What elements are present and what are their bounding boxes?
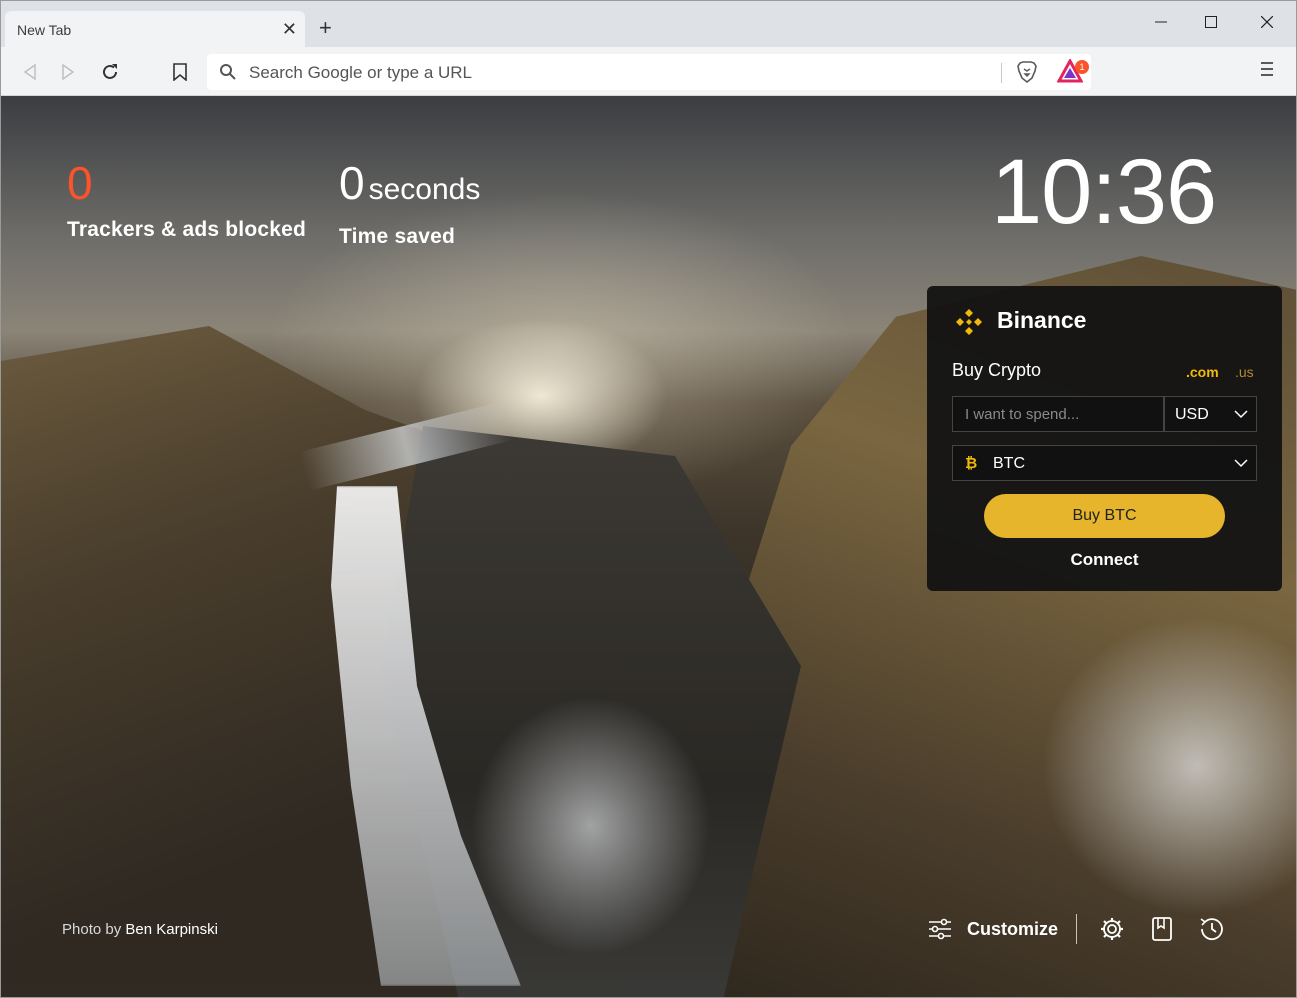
- connect-link[interactable]: Connect: [927, 550, 1282, 570]
- bookmarks-icon: [1152, 917, 1172, 941]
- spend-amount-input[interactable]: [953, 397, 1163, 431]
- close-window-button[interactable]: [1244, 9, 1290, 35]
- currency-value: USD: [1175, 406, 1209, 423]
- background-waterfall-right: [1041, 616, 1296, 916]
- time-saved-label: Time saved: [339, 225, 456, 248]
- bookmark-icon: [173, 63, 187, 81]
- maximize-button[interactable]: [1188, 9, 1234, 35]
- minimize-button[interactable]: [1138, 9, 1184, 35]
- reload-icon: [103, 64, 117, 79]
- menu-button[interactable]: [1259, 59, 1281, 85]
- forward-button[interactable]: [55, 59, 81, 85]
- bookmarks-button[interactable]: [1147, 914, 1177, 944]
- bottom-bar: Customize: [927, 909, 1247, 949]
- omnibox-divider: [1001, 63, 1002, 83]
- binance-logo-icon: [956, 309, 982, 335]
- rewards-badge: 1: [1075, 60, 1089, 74]
- domain-com-link[interactable]: .com: [1186, 364, 1219, 380]
- clock: 10:36: [991, 141, 1217, 243]
- history-button[interactable]: [1197, 914, 1227, 944]
- back-button[interactable]: [17, 59, 43, 85]
- bitcoin-icon: ₿: [965, 455, 978, 472]
- search-icon: [220, 64, 236, 80]
- asset-select[interactable]: ₿ BTC: [952, 445, 1257, 481]
- bottom-divider: [1076, 914, 1078, 944]
- reload-button[interactable]: [97, 59, 123, 85]
- toolbar: Search Google or type a URL 1: [1, 47, 1296, 96]
- currency-select[interactable]: USD: [1164, 396, 1257, 432]
- bookmark-button[interactable]: [167, 59, 193, 85]
- history-clock-icon: [1200, 918, 1223, 941]
- trackers-stat: 0 Trackers & ads blocked: [67, 158, 306, 242]
- spend-amount-field: [952, 396, 1164, 432]
- trackers-count: 0: [67, 157, 93, 209]
- binance-title: Binance: [997, 307, 1087, 333]
- photo-credit-prefix: Photo by: [62, 921, 122, 938]
- sliders-icon: [929, 918, 951, 940]
- settings-button[interactable]: [1097, 914, 1127, 944]
- buy-btc-button[interactable]: Buy BTC: [984, 494, 1225, 538]
- background-mist: [471, 696, 711, 956]
- customize-button[interactable]: Customize: [927, 909, 1076, 949]
- gear-icon: [1101, 918, 1124, 940]
- new-tab-page: 0 Trackers & ads blocked 0 seconds Time s…: [1, 96, 1296, 997]
- photo-author[interactable]: Ben Karpinski: [125, 921, 218, 938]
- chevron-down-icon: [1234, 410, 1248, 419]
- tab-strip: New Tab ✕ +: [1, 1, 1296, 47]
- binance-widget: Binance Buy Crypto .com .us USD ₿ BTC Bu…: [927, 286, 1282, 591]
- time-saved-value: 0: [339, 157, 365, 209]
- time-saved-unit: seconds: [368, 173, 481, 206]
- address-placeholder: Search Google or type a URL: [249, 63, 473, 82]
- brave-shields-button[interactable]: [1015, 60, 1039, 84]
- tab-new-tab[interactable]: New Tab ✕: [5, 11, 305, 47]
- asset-value: BTC: [993, 455, 1025, 472]
- browser-window: New Tab ✕ + Search Google or type a URL …: [0, 0, 1297, 998]
- new-tab-button[interactable]: +: [319, 17, 332, 39]
- trackers-label: Trackers & ads blocked: [67, 218, 307, 241]
- minimize-icon: [1155, 21, 1167, 23]
- domain-us-link[interactable]: .us: [1235, 364, 1254, 380]
- chevron-down-icon: [1234, 459, 1248, 468]
- forward-arrow-icon: [62, 64, 75, 80]
- photo-credit: Photo by Ben Karpinski: [62, 921, 218, 938]
- tab-title: New Tab: [17, 22, 72, 38]
- address-bar[interactable]: Search Google or type a URL: [207, 54, 1091, 90]
- buy-crypto-heading: Buy Crypto: [952, 360, 1042, 380]
- maximize-icon: [1205, 16, 1217, 28]
- back-arrow-icon: [23, 64, 36, 80]
- tab-close-icon[interactable]: ✕: [282, 20, 297, 38]
- brave-lion-icon: [1017, 61, 1037, 84]
- customize-label: Customize: [967, 918, 1059, 939]
- close-icon: [1261, 16, 1273, 28]
- hamburger-menu-icon: [1261, 62, 1273, 76]
- time-saved-stat: 0 seconds Time saved: [339, 158, 480, 249]
